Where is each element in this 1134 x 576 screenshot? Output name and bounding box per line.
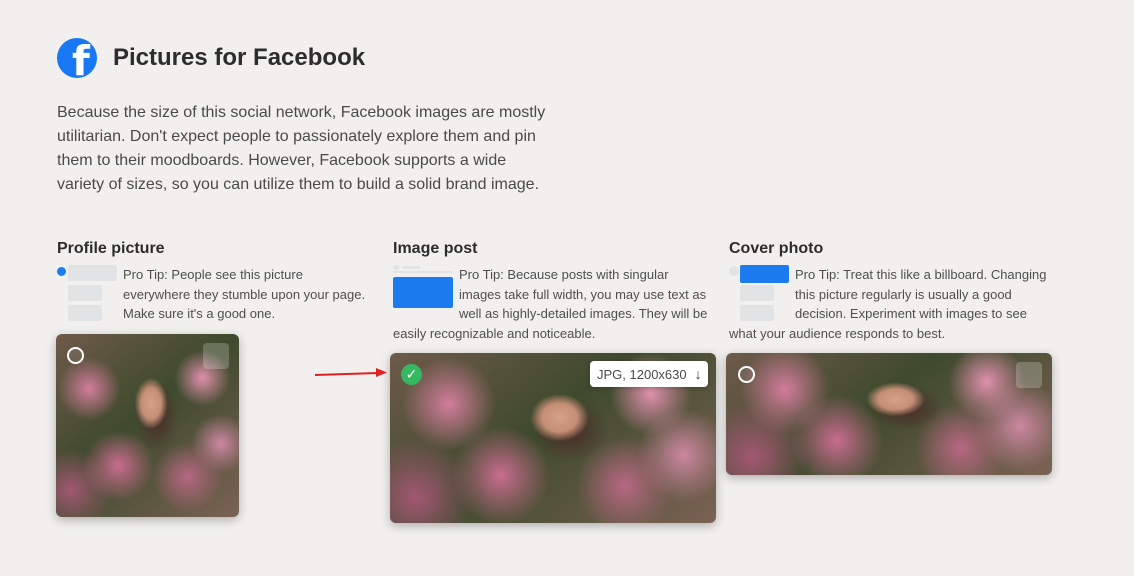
page-header: f Pictures for Facebook	[57, 38, 365, 78]
download-format-button[interactable]: JPG, 1200x630 ↓	[590, 361, 708, 387]
select-radio[interactable]	[67, 347, 84, 364]
pro-tip-text: Pro Tip: People see this picture everywh…	[123, 267, 366, 321]
download-arrow-icon: ↓	[694, 366, 702, 382]
section-title: Profile picture	[57, 240, 165, 257]
post-layout-wireframe-icon	[393, 265, 453, 308]
selected-check-icon[interactable]: ✓	[401, 364, 422, 385]
format-label: JPG, 1200x630	[597, 366, 687, 382]
section-title: Image post	[393, 240, 478, 257]
expand-icon[interactable]	[203, 343, 229, 369]
cover-photo-option[interactable]	[726, 353, 1052, 475]
profile-picture-option[interactable]	[56, 334, 239, 517]
section-image-post: Image post Pro Tip: Because posts with s…	[393, 239, 711, 343]
image-post-option[interactable]: ✓ JPG, 1200x630 ↓	[390, 353, 716, 523]
page-title: Pictures for Facebook	[113, 44, 366, 71]
cover-layout-wireframe-icon	[729, 265, 789, 323]
facebook-icon: f	[57, 38, 97, 78]
select-radio[interactable]	[738, 366, 755, 383]
profile-layout-wireframe-icon	[57, 265, 117, 323]
cover-photo-image	[726, 353, 1052, 475]
section-profile-picture: Profile picture Pro Tip: People see this…	[57, 239, 372, 324]
section-title: Cover photo	[729, 240, 824, 257]
intro-paragraph: Because the size of this social network,…	[57, 104, 546, 193]
section-cover-photo: Cover photo Pro Tip: Treat this like a b…	[729, 239, 1049, 343]
annotation-arrow-icon	[314, 368, 387, 377]
expand-icon[interactable]	[1016, 362, 1042, 388]
